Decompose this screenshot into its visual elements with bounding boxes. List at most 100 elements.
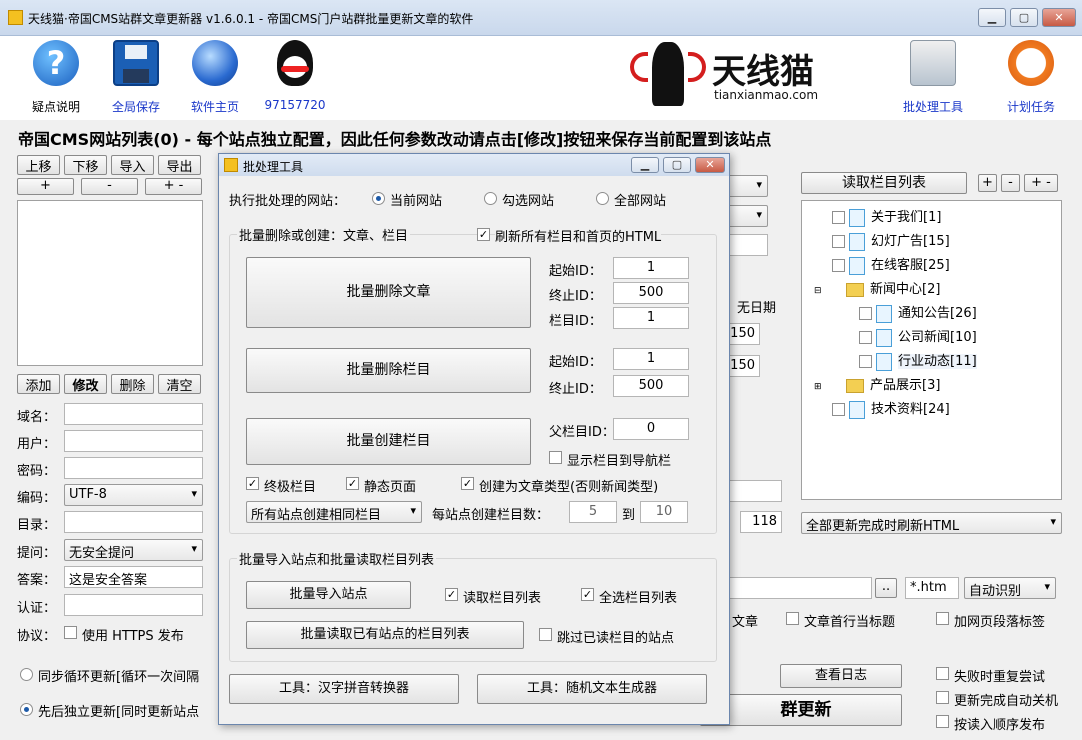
read-column-list-button[interactable]: 读取栏目列表 xyxy=(801,172,967,194)
move-up-button[interactable]: 上移 xyxy=(17,155,60,175)
sync-loop-radio[interactable] xyxy=(20,668,33,681)
column-tree[interactable]: 关于我们[1] 幻灯广告[15] 在线客服[25] ⊟ 新闻中心[2] 通知公告[… xyxy=(801,200,1062,500)
radio-checked-sites[interactable] xyxy=(484,192,497,205)
a-col-id-field[interactable]: 1 xyxy=(613,307,689,329)
same-column-select[interactable]: 所有站点创建相同栏目 xyxy=(246,501,422,523)
tree-row[interactable]: 通知公告[26] xyxy=(859,302,977,323)
skip-read-checkbox[interactable] xyxy=(539,628,552,641)
answer-field[interactable]: 这是安全答案 xyxy=(64,566,203,588)
user-label: 用户： xyxy=(17,437,57,452)
batch-tool[interactable]: 批处理工具 xyxy=(898,40,968,115)
help-tool[interactable]: ? 疑点说明 xyxy=(21,40,91,115)
show-nav-checkbox[interactable] xyxy=(549,451,562,464)
auto-detect-select[interactable]: 自动识别 xyxy=(964,577,1056,599)
import-button[interactable]: 导入 xyxy=(111,155,154,175)
final-col-checkbox[interactable]: ✓ xyxy=(246,477,259,490)
domain-field[interactable] xyxy=(64,403,203,425)
random-text-tool-button[interactable]: 工具：随机文本生成器 xyxy=(477,674,707,704)
tree-row[interactable]: 关于我们[1] xyxy=(832,206,941,227)
delete-articles-button[interactable]: 批量删除文章 xyxy=(246,257,531,328)
seq-publish-checkbox[interactable] xyxy=(936,715,949,728)
encoding-select[interactable]: UTF-8 xyxy=(64,484,203,506)
tree-row[interactable]: 幻灯广告[15] xyxy=(832,230,950,251)
export-button[interactable]: 导出 xyxy=(158,155,201,175)
dialog-minimize-button[interactable]: ▁ xyxy=(631,157,659,173)
collapse-toggle-icon[interactable]: ⊟ xyxy=(814,286,826,296)
refresh-all-checkbox[interactable]: ✓ xyxy=(477,228,490,241)
select-all-checkbox[interactable]: ✓ xyxy=(581,588,594,601)
radio-all-sites[interactable] xyxy=(596,192,609,205)
tree-row[interactable]: ⊞ 产品展示[3] xyxy=(814,374,940,393)
toggle-button[interactable]: + - xyxy=(145,178,202,195)
tree-checkbox[interactable] xyxy=(832,211,845,224)
user-field[interactable] xyxy=(64,430,203,452)
first-line-title-checkbox[interactable] xyxy=(786,612,799,625)
start-update-button[interactable]: 群更新 xyxy=(700,694,902,726)
read-list-checkbox[interactable]: ✓ xyxy=(445,588,458,601)
password-field[interactable] xyxy=(64,457,203,479)
add-site-button[interactable]: 添加 xyxy=(17,374,60,394)
app-icon xyxy=(8,10,23,25)
tree-row[interactable]: 在线客服[25] xyxy=(832,254,950,275)
question-select[interactable]: 无安全提问 xyxy=(64,539,203,561)
dir-field[interactable] xyxy=(64,511,203,533)
tree-row[interactable]: 行业动态[11] xyxy=(859,350,977,371)
tree-row[interactable]: 技术资料[24] xyxy=(832,398,950,419)
add-tags-checkbox[interactable] xyxy=(936,612,949,625)
per-site-min-field[interactable]: 5 xyxy=(569,501,617,523)
tree-checkbox[interactable] xyxy=(859,307,872,320)
maximize-button[interactable]: ▢ xyxy=(1010,8,1038,27)
close-button[interactable]: ✕ xyxy=(1042,8,1076,27)
retry-checkbox[interactable] xyxy=(936,667,949,680)
auth-field[interactable] xyxy=(64,594,203,616)
pinyin-tool-button[interactable]: 工具：汉字拼音转换器 xyxy=(229,674,459,704)
tree-checkbox[interactable] xyxy=(832,259,845,272)
tree-collapse-button[interactable]: - xyxy=(1001,174,1020,192)
expand-button[interactable]: + xyxy=(17,178,74,195)
c-end-id-field[interactable]: 500 xyxy=(613,375,689,397)
dialog-maximize-button[interactable]: ▢ xyxy=(663,157,691,173)
sequential-radio[interactable] xyxy=(20,703,33,716)
save-tool[interactable]: 全局保存 xyxy=(101,40,171,115)
value-field-3[interactable]: 118 xyxy=(740,511,782,533)
radio-current-site[interactable] xyxy=(372,192,385,205)
tree-checkbox[interactable] xyxy=(859,331,872,344)
create-columns-button[interactable]: 批量创建栏目 xyxy=(246,418,531,465)
collapse-button[interactable]: - xyxy=(81,178,138,195)
tree-checkbox[interactable] xyxy=(859,355,872,368)
refresh-html-select[interactable]: 全部更新完成时刷新HTML xyxy=(801,512,1062,534)
c-start-id-field[interactable]: 1 xyxy=(613,348,689,370)
tree-row[interactable]: ⊟ 新闻中心[2] xyxy=(814,278,940,297)
a-start-id-field[interactable]: 1 xyxy=(613,257,689,279)
clear-sites-button[interactable]: 清空 xyxy=(158,374,201,394)
per-site-max-field[interactable]: 10 xyxy=(640,501,688,523)
modify-site-button[interactable]: 修改 xyxy=(64,374,107,394)
https-checkbox[interactable] xyxy=(64,626,77,639)
a-end-id-field[interactable]: 500 xyxy=(613,282,689,304)
tree-checkbox[interactable] xyxy=(832,403,845,416)
browse-button[interactable]: .. xyxy=(875,578,897,598)
site-list[interactable] xyxy=(17,200,203,366)
expand-toggle-icon[interactable]: ⊞ xyxy=(814,382,826,392)
move-down-button[interactable]: 下移 xyxy=(64,155,107,175)
tree-checkbox[interactable] xyxy=(832,235,845,248)
static-page-checkbox[interactable]: ✓ xyxy=(346,477,359,490)
delete-site-button[interactable]: 删除 xyxy=(111,374,154,394)
parent-id-field[interactable]: 0 xyxy=(613,418,689,440)
as-article-checkbox[interactable]: ✓ xyxy=(461,477,474,490)
delete-columns-button[interactable]: 批量删除栏目 xyxy=(246,348,531,393)
qq-tool[interactable]: 97157720 xyxy=(260,40,330,112)
tree-toggle-button[interactable]: + - xyxy=(1024,174,1058,192)
tree-expand-button[interactable]: + xyxy=(978,174,997,192)
import-sites-button[interactable]: 批量导入站点 xyxy=(246,581,411,609)
home-tool[interactable]: 软件主页 xyxy=(180,40,250,115)
tree-row[interactable]: 公司新闻[10] xyxy=(859,326,977,347)
refresh-all-label: 刷新所有栏目和首页的HTML xyxy=(495,226,662,245)
batch-read-button[interactable]: 批量读取已有站点的栏目列表 xyxy=(246,621,524,649)
schedule-tool[interactable]: 计划任务 xyxy=(996,40,1066,115)
ext-field[interactable]: *.htm xyxy=(905,577,959,599)
view-log-button[interactable]: 查看日志 xyxy=(780,664,902,688)
minimize-button[interactable]: ▁ xyxy=(978,8,1006,27)
dialog-close-button[interactable]: ✕ xyxy=(695,157,725,173)
auto-shutdown-checkbox[interactable] xyxy=(936,691,949,704)
